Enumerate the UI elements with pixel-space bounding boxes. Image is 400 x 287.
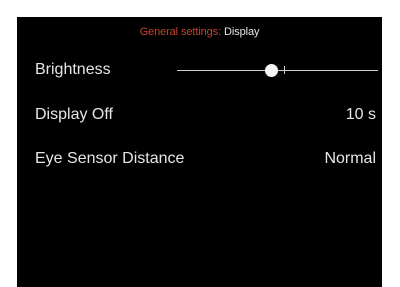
- menu-page-title: Display: [224, 26, 260, 38]
- menu-category: General settings: [139, 26, 219, 38]
- eye-sensor-distance-value: Normal: [324, 150, 376, 167]
- menu-header: General settings: Display: [17, 26, 382, 38]
- brightness-label: Brightness: [35, 61, 111, 78]
- display-off-value: 10 s: [345, 106, 376, 123]
- menu-header-separator: :: [218, 26, 222, 38]
- eye-sensor-distance-label: Eye Sensor Distance: [35, 150, 185, 167]
- setting-row-brightness[interactable]: Brightness: [17, 55, 382, 85]
- camera-menu-screen: General settings: Display Brightness Dis…: [17, 17, 382, 287]
- setting-row-eye-sensor-distance[interactable]: Eye Sensor Distance Normal: [17, 144, 382, 174]
- display-off-label: Display Off: [35, 106, 113, 123]
- brightness-slider[interactable]: [177, 55, 378, 85]
- brightness-default-marker: [283, 66, 285, 74]
- setting-row-display-off[interactable]: Display Off 10 s: [17, 100, 382, 130]
- brightness-slider-thumb[interactable]: [264, 64, 278, 77]
